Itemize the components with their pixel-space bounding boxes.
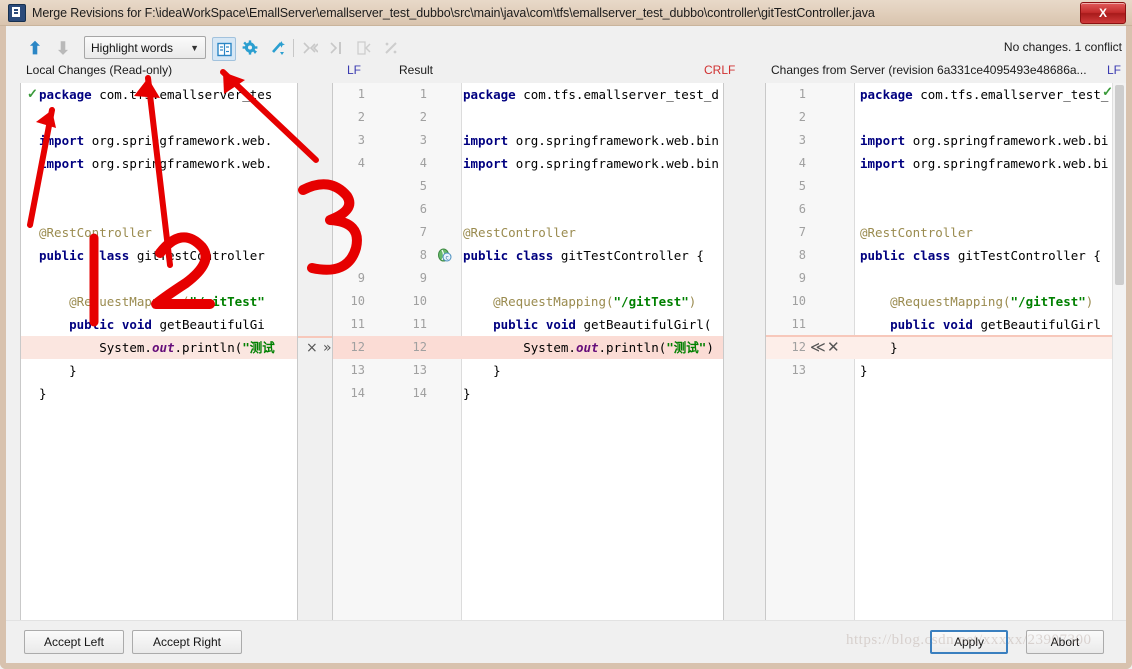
result-editor[interactable]: 1234 9 10 11 12 13 14 1 2 3 4 5 6 7 8 9 10 11 12 13 14 c p… — [332, 83, 724, 643]
java-class-icon: c — [437, 248, 452, 263]
result-code-text: package com.tfs.emallserver_test_d impor… — [463, 87, 719, 401]
left-pane-title: Local Changes (Read-only) — [26, 63, 173, 77]
pane-header-row: Local Changes (Read-only) LF Result CRLF… — [6, 63, 1126, 83]
right-pane-title: Changes from Server (revision 6a331ce409… — [771, 63, 1087, 77]
next-difference-icon[interactable]: ⬇ — [52, 37, 74, 59]
settings-gear-icon[interactable] — [239, 37, 261, 59]
conflict-reject-icon[interactable]: × — [306, 341, 318, 355]
vertical-scrollbar-thumb[interactable] — [1115, 85, 1124, 285]
left-divider-strip — [298, 83, 332, 643]
conflict-reject-right-icon[interactable]: ✕ — [827, 340, 840, 355]
right-divider-strip — [724, 83, 765, 643]
result-right-line-numbers: 1 2 3 4 5 6 7 8 9 10 11 12 13 14 — [412, 87, 427, 400]
conflict-status: No changes. 1 conflict — [1003, 40, 1122, 54]
window-content: ⬆ ⬇ Highlight words ▼ No changes. 1 conf… — [6, 26, 1126, 663]
accept-right-button[interactable]: Accept Right — [132, 630, 242, 654]
result-line-separator[interactable]: CRLF — [704, 63, 735, 77]
svg-text:c: c — [445, 254, 449, 261]
green-check-icon: ✓ — [27, 86, 38, 101]
server-changes-editor[interactable]: 1 2 3 4 5 6 7 8 9 10 11 12 13 ≪ ✕ package com.tfs.em… — [765, 83, 1120, 643]
highlight-mode-select[interactable]: Highlight words ▼ — [84, 36, 206, 59]
right-line-separator[interactable]: LF — [1107, 63, 1121, 77]
conflict-accept-left-icon[interactable]: » — [323, 341, 332, 355]
watermark-text: https://blog.csdn.net/xxxxx/23907300 — [846, 632, 1092, 648]
highlight-mode-label: Highlight words — [91, 40, 174, 55]
close-button[interactable]: X — [1080, 2, 1126, 24]
left-line-separator[interactable]: LF — [347, 63, 361, 77]
app-icon — [8, 3, 26, 22]
title-bar: Merge Revisions for F:\ideaWorkSpace\Ema… — [0, 0, 1132, 26]
side-by-side-diff-icon[interactable] — [212, 37, 236, 61]
ignore-icon — [380, 37, 402, 59]
result-left-line-numbers: 1234 9 10 11 12 13 14 — [350, 87, 365, 400]
previous-difference-icon[interactable]: ⬆ — [24, 37, 46, 59]
local-changes-editor[interactable]: ✓ package com.tfs.emallserver_tes import… — [20, 83, 298, 643]
apply-all-non-conflicts-icon — [299, 37, 321, 59]
merge-editors: ✓ package com.tfs.emallserver_tes import… — [6, 83, 1126, 643]
apply-left-icon — [353, 37, 375, 59]
result-pane-title: Result — [399, 63, 434, 77]
window-title: Merge Revisions for F:\ideaWorkSpace\Ema… — [32, 5, 875, 20]
merge-toolbar: ⬆ ⬇ Highlight words ▼ No changes. 1 conf… — [6, 34, 1126, 64]
toolbar-divider — [293, 39, 294, 57]
left-code-text: package com.tfs.emallserver_tes import o… — [39, 87, 275, 401]
right-line-numbers: 1 2 3 4 5 6 7 8 9 10 11 12 13 — [791, 87, 806, 377]
merge-revisions-window: Merge Revisions for F:\ideaWorkSpace\Ema… — [0, 0, 1132, 669]
magic-wand-icon[interactable] — [267, 37, 289, 59]
chevron-down-icon: ▼ — [190, 42, 199, 53]
apply-non-conflicts-right-icon — [326, 37, 348, 59]
accept-left-button[interactable]: Accept Left — [24, 630, 124, 654]
vertical-scrollbar[interactable] — [1112, 83, 1126, 643]
conflict-accept-right-icon[interactable]: ≪ — [810, 340, 826, 355]
right-code-text: package com.tfs.emallserver_test_ import… — [860, 87, 1109, 378]
left-conflict-connector — [298, 336, 332, 338]
